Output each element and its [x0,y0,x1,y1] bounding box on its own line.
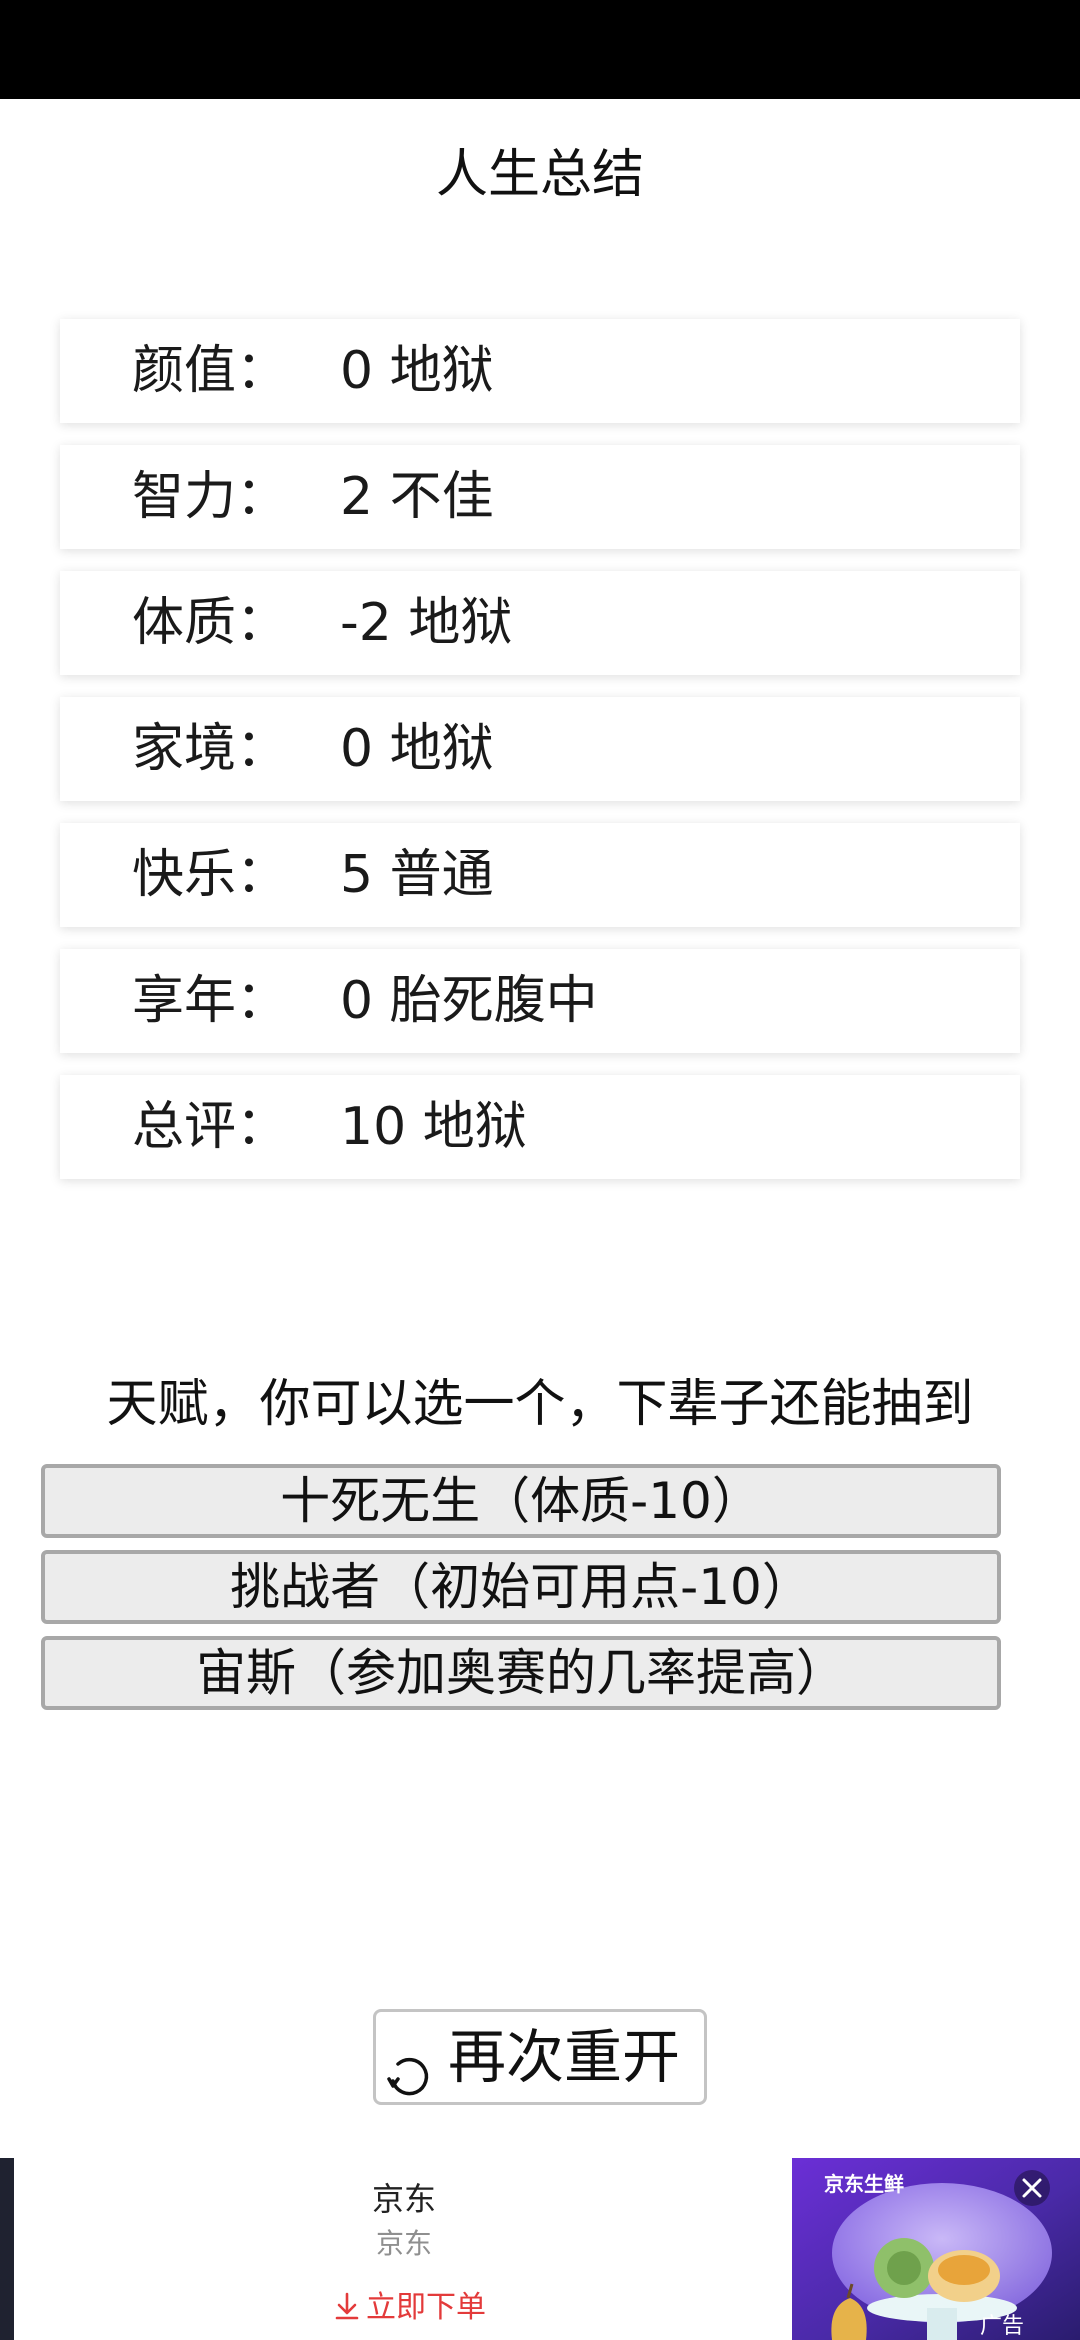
stat-row-family: 家境： 0 地狱 [60,697,1020,801]
stat-row-lifespan: 享年： 0 胎死腹中 [60,949,1020,1053]
page-title: 人生总结 [435,145,644,205]
stat-value: 0 地狱 [340,719,494,779]
stat-value: 0 地狱 [340,341,494,401]
refresh-icon [386,2036,432,2096]
stat-value: 2 不佳 [340,467,494,527]
stat-row-intelligence: 智力： 2 不佳 [60,445,1020,549]
talent-heading: 天赋，你可以选一个，下辈子还能抽到 [106,1375,974,1434]
download-arrow-icon [334,2292,360,2328]
stat-label: 体质： [132,593,289,653]
stat-value: -2 地狱 [340,593,513,653]
stat-row-overall: 总评： 10 地狱 [60,1075,1020,1179]
stat-value: 5 普通 [340,845,494,905]
ad-cta-link[interactable]: 立即下单 [310,2282,510,2328]
ad-banner[interactable]: 京东 京东 立即下单 京东生鲜 广告 [0,2158,1080,2340]
stat-label: 家境： [132,719,289,779]
ad-image-brand: 京东生鲜 [824,2172,904,2196]
stat-value: 0 胎死腹中 [340,971,598,1031]
restart-label: 再次重开 [448,2023,681,2091]
stat-label: 总评： [132,1097,289,1157]
stat-label: 快乐： [132,845,289,905]
ad-badge: 广告 [980,2314,1025,2339]
talent-option-button[interactable]: 挑战者（初始可用点-10） [41,1550,1001,1624]
stat-row-constitution: 体质： -2 地狱 [60,571,1020,675]
talent-option-button[interactable]: 宙斯（参加奥赛的几率提高） [41,1636,1001,1710]
stat-row-happiness: 快乐： 5 普通 [60,823,1020,927]
ad-left-strip [0,2158,14,2340]
talent-option-button[interactable]: 十死无生（体质-10） [41,1464,1001,1538]
ad-image[interactable]: 京东生鲜 广告 [792,2158,1080,2340]
restart-button[interactable]: 再次重开 [373,2009,707,2105]
ad-subtitle: 京东 [375,2227,432,2260]
stat-label: 智力： [132,467,289,527]
stat-label: 颜值： [132,341,289,401]
status-bar [0,0,1080,99]
stat-value: 10 地狱 [340,1097,527,1157]
stat-row-appearance: 颜值： 0 地狱 [60,319,1020,423]
stat-label: 享年： [132,971,289,1031]
ad-cta-label: 立即下单 [366,2290,486,2325]
ad-title: 京东 [371,2180,436,2218]
close-icon[interactable] [1012,2168,1052,2208]
